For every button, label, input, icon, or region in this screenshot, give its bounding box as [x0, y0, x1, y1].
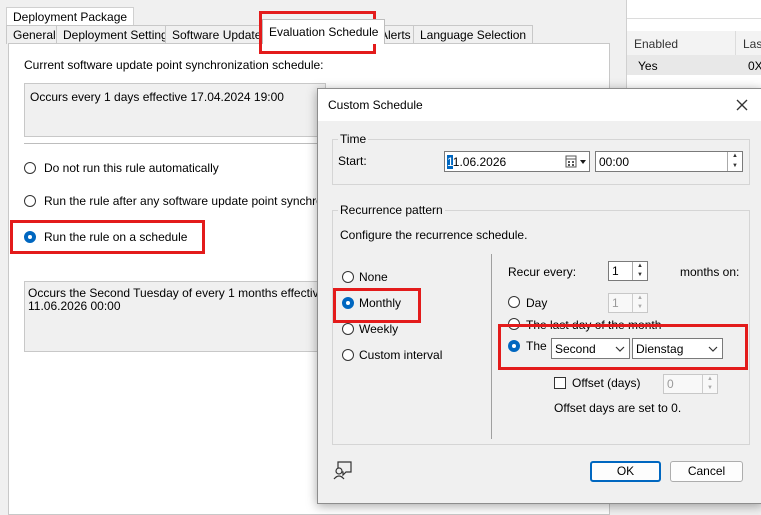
grid-header-last[interactable]: Las: [743, 37, 761, 51]
grid-divider: [627, 18, 761, 19]
offset-checkbox[interactable]: [554, 377, 566, 389]
offset-spin-buttons[interactable]: ▲ ▼: [702, 375, 717, 393]
start-time-field[interactable]: 00:00 ▲ ▼: [595, 151, 743, 172]
recur-every-spinner[interactable]: 1 ▲ ▼: [608, 261, 648, 281]
pattern-label-monthly: Monthly: [359, 296, 402, 310]
weekday-value: Dienstag: [636, 342, 684, 356]
day-value: 1: [612, 296, 619, 310]
day-spin-buttons[interactable]: ▲ ▼: [632, 294, 647, 312]
sync-schedule-box: Occurs every 1 days effective 17.04.2024…: [24, 83, 326, 137]
chevron-down-icon: [708, 346, 718, 352]
spin-down-icon[interactable]: ▼: [703, 384, 717, 393]
offset-value: 0: [667, 377, 674, 391]
sync-schedule-value: Occurs every 1 days effective 17.04.2024…: [30, 90, 284, 104]
offset-spinner[interactable]: 0 ▲ ▼: [663, 374, 718, 394]
option-label-on-schedule: Run the rule on a schedule: [44, 230, 188, 244]
start-date-text: 1.06.2026: [452, 155, 507, 169]
grid-column-divider[interactable]: [735, 31, 736, 55]
start-time-spinner[interactable]: ▲ ▼: [727, 152, 742, 171]
radio-custom-interval[interactable]: [342, 349, 354, 361]
pattern-label-custom-interval: Custom interval: [359, 348, 443, 362]
spin-up-icon[interactable]: ▲: [633, 262, 647, 271]
recurrence-description: Configure the recurrence schedule.: [340, 228, 528, 242]
radio-last-day[interactable]: [508, 318, 520, 330]
option-label-after-sync: Run the rule after any software update p…: [44, 194, 320, 208]
grid-cell-last: 0X: [748, 59, 761, 73]
help-feedback-icon[interactable]: [332, 459, 354, 481]
start-date-value[interactable]: 11.06.2026: [447, 155, 506, 169]
schedule-summary-line2: 11.06.2026 00:00: [28, 299, 121, 313]
radio-do-not-run[interactable]: [24, 162, 36, 174]
vertical-divider: [491, 254, 492, 439]
week-ordinal-select[interactable]: Second: [551, 338, 630, 359]
offset-note: Offset days are set to 0.: [554, 401, 682, 415]
start-label: Start:: [338, 154, 367, 168]
spin-up-icon[interactable]: ▲: [728, 152, 742, 162]
radio-monthly[interactable]: [342, 297, 354, 309]
recurrence-group-label: Recurrence pattern: [338, 203, 445, 217]
radio-day[interactable]: [508, 296, 520, 308]
schedule-summary-box: Occurs the Second Tuesday of every 1 mon…: [24, 281, 326, 352]
calendar-dropdown-icon[interactable]: [565, 155, 589, 169]
grid-header: Enabled Las: [627, 31, 761, 56]
radio-after-sync[interactable]: [24, 195, 36, 207]
weekday-select[interactable]: Dienstag: [632, 338, 723, 359]
spin-down-icon[interactable]: ▼: [728, 162, 742, 172]
sync-schedule-label: Current software update point synchroniz…: [24, 58, 324, 72]
week-ordinal-value: Second: [555, 342, 596, 356]
schedule-summary-line1: Occurs the Second Tuesday of every 1 mon…: [28, 286, 326, 300]
chevron-down-icon: [615, 346, 625, 352]
option-label-do-not-run: Do not run this rule automatically: [44, 161, 219, 175]
table-row[interactable]: Yes 0X: [627, 55, 761, 75]
dialog-title: Custom Schedule: [328, 98, 423, 112]
tab-deployment-package[interactable]: Deployment Package: [6, 7, 135, 26]
spin-up-icon[interactable]: ▲: [703, 375, 717, 384]
day-spinner[interactable]: 1 ▲ ▼: [608, 293, 648, 313]
dialog-titlebar[interactable]: Custom Schedule: [318, 89, 761, 121]
cancel-button[interactable]: Cancel: [670, 461, 743, 482]
custom-schedule-dialog: Custom Schedule Time Start: 11.06.2026 0…: [317, 88, 761, 504]
recur-every-value: 1: [612, 264, 619, 278]
time-group-label: Time: [338, 132, 369, 146]
spin-up-icon[interactable]: ▲: [633, 294, 647, 303]
radio-the[interactable]: [508, 340, 520, 352]
offset-label: Offset (days): [572, 376, 641, 390]
tab-language-selection[interactable]: Language Selection: [413, 25, 534, 44]
tab-general[interactable]: General: [6, 25, 63, 44]
the-label: The: [526, 339, 547, 353]
start-date-picker[interactable]: 11.06.2026: [444, 151, 590, 172]
ok-button[interactable]: OK: [590, 461, 661, 482]
tab-deployment-settings[interactable]: Deployment Settings: [56, 25, 181, 44]
last-day-label: The last day of the month: [526, 318, 662, 332]
day-label: Day: [526, 296, 548, 310]
radio-on-schedule[interactable]: [24, 231, 36, 243]
grid-cell-enabled: Yes: [638, 59, 658, 73]
grid-header-enabled[interactable]: Enabled: [634, 37, 678, 51]
spin-down-icon[interactable]: ▼: [633, 271, 647, 280]
close-icon[interactable]: [736, 99, 748, 111]
start-time-value: 00:00: [599, 155, 630, 169]
divider: [24, 143, 324, 144]
radio-none[interactable]: [342, 271, 354, 283]
pattern-label-weekly: Weekly: [359, 322, 399, 336]
months-on-label: months on:: [680, 265, 740, 279]
radio-weekly[interactable]: [342, 323, 354, 335]
tab-software-updates[interactable]: Software Updates: [165, 25, 275, 44]
tab-evaluation-schedule[interactable]: Evaluation Schedule: [262, 19, 386, 44]
spin-down-icon[interactable]: ▼: [633, 303, 647, 312]
recur-every-label: Recur every:: [508, 265, 577, 279]
pattern-label-none: None: [359, 270, 388, 284]
recur-every-spin-buttons[interactable]: ▲ ▼: [632, 262, 647, 280]
